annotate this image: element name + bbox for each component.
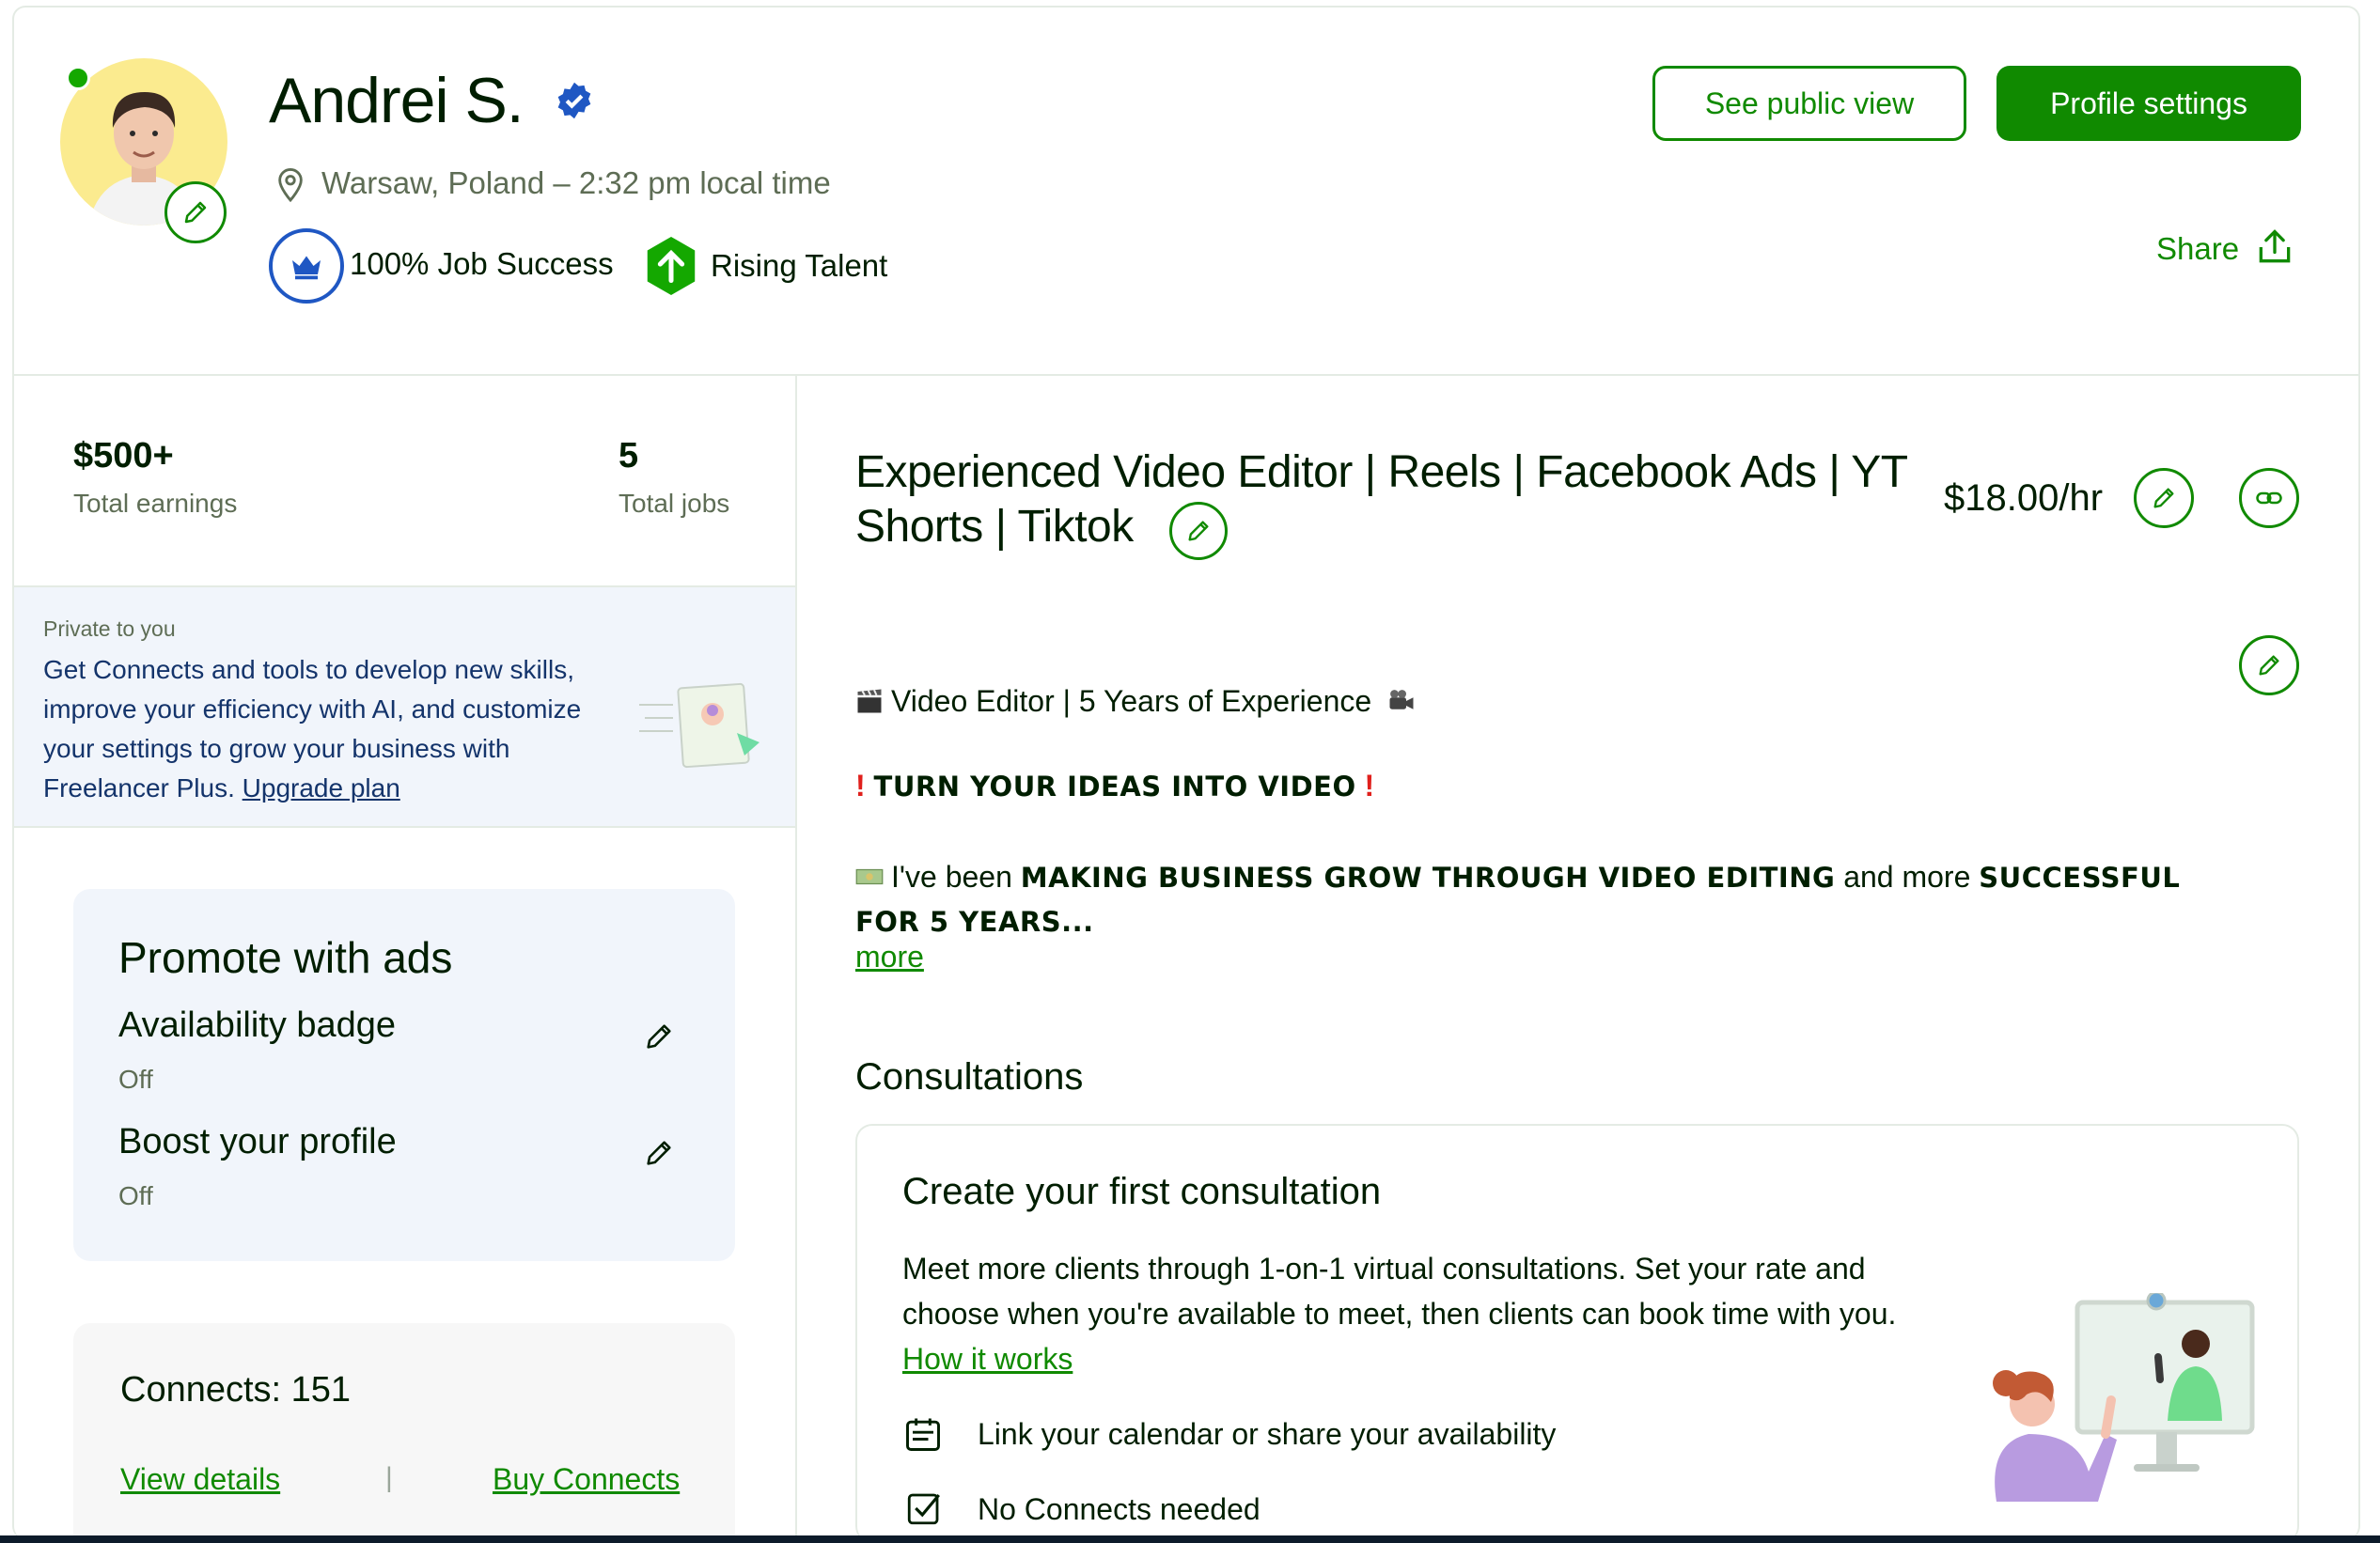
calendar-icon — [906, 1418, 940, 1451]
online-status-dot — [66, 66, 90, 90]
description-text-a: I've been — [891, 860, 1012, 894]
description-text-c: and more — [1843, 860, 1971, 894]
job-success-crown-icon — [269, 228, 344, 304]
consultation-illustration — [1993, 1293, 2255, 1502]
exclamation-icon: ! — [855, 769, 866, 803]
share-icon[interactable] — [2254, 226, 2295, 269]
promote-ads-title: Promote with ads — [118, 933, 453, 982]
feature-calendar-text: Link your calendar or share your availab… — [978, 1417, 1557, 1451]
promo-text: Get Connects and tools to develop new sk… — [43, 650, 626, 808]
profile-name: Andrei S. — [269, 65, 525, 136]
connects-card — [73, 1323, 735, 1535]
description-line-1: Video Editor | 5 Years of Experience — [855, 684, 1423, 719]
pencil-icon — [2259, 655, 2279, 676]
availability-badge-status: Off — [118, 1065, 153, 1094]
exclamation-icon: ! — [1364, 769, 1375, 803]
consultation-card-text: Meet more clients through 1-on-1 virtual… — [902, 1246, 1918, 1381]
bottom-edge-bar — [0, 1535, 2380, 1543]
total-jobs-label: Total jobs — [618, 489, 730, 518]
total-jobs-value: 5 — [618, 436, 639, 475]
pencil-icon — [1188, 521, 1209, 541]
job-success-text: 100% Job Success — [350, 246, 614, 281]
rising-talent-text: Rising Talent — [711, 248, 888, 283]
description-line-2-text: TURN YOUR IDEAS INTO VIDEO — [873, 771, 1356, 803]
clapperboard-icon — [857, 689, 882, 713]
description-line-3: I've been MAKING BUSINESS GROW THROUGH V… — [855, 855, 2228, 943]
total-earnings-label: Total earnings — [73, 489, 238, 518]
view-details-link[interactable]: View details — [120, 1462, 280, 1497]
promo-illustration — [639, 682, 759, 769]
money-icon — [855, 868, 884, 885]
rate-edit-button[interactable] — [2134, 468, 2194, 528]
see-public-view-button[interactable]: See public view — [1652, 66, 1966, 141]
more-link[interactable]: more — [855, 940, 924, 974]
boost-edit-pencil-icon[interactable] — [643, 1137, 675, 1169]
share-link[interactable]: Share — [2156, 231, 2239, 267]
copy-link-button[interactable] — [2239, 468, 2299, 528]
boost-profile-title: Boost your profile — [118, 1122, 397, 1161]
upgrade-plan-link[interactable]: Upgrade plan — [243, 773, 400, 803]
how-it-works-link[interactable]: How it works — [902, 1342, 1073, 1376]
location-pin-icon — [278, 168, 303, 203]
video-camera-icon — [1389, 690, 1414, 709]
description-edit-button[interactable] — [2239, 635, 2299, 695]
avatar-edit-button[interactable] — [164, 181, 227, 243]
location-text: Warsaw, Poland – 2:32 pm local time — [321, 165, 831, 200]
availability-badge-title: Availability badge — [118, 1005, 397, 1045]
availability-edit-pencil-icon[interactable] — [643, 1021, 675, 1052]
checkbox-icon — [907, 1493, 940, 1525]
description-text-b: MAKING BUSINESS GROW THROUGH VIDEO EDITI… — [1020, 862, 1836, 894]
buy-connects-link[interactable]: Buy Connects — [493, 1462, 680, 1497]
total-earnings-value: $500+ — [73, 436, 174, 475]
pencil-icon — [2153, 488, 2174, 508]
link-separator: | — [385, 1462, 393, 1493]
pencil-icon — [184, 201, 207, 224]
link-icon — [2256, 491, 2282, 505]
consultations-heading: Consultations — [855, 1056, 1084, 1098]
private-label: Private to you — [43, 616, 176, 641]
consultation-card-title: Create your first consultation — [902, 1171, 1382, 1212]
feature-no-connects-text: No Connects needed — [978, 1492, 1260, 1526]
consultation-body: Meet more clients through 1-on-1 virtual… — [902, 1252, 1897, 1331]
boost-profile-status: Off — [118, 1181, 153, 1210]
profile-title: Experienced Video Editor | Reels | Faceb… — [855, 447, 1907, 552]
column-divider — [795, 376, 797, 1535]
description-line-1-text: Video Editor | 5 Years of Experience — [891, 684, 1372, 718]
header-divider — [12, 374, 2360, 376]
hourly-rate: $18.00/hr — [1944, 477, 2104, 519]
rising-talent-icon — [647, 236, 696, 296]
title-edit-button[interactable] — [1169, 502, 1228, 560]
verified-icon — [557, 82, 591, 119]
description-line-2: ! TURN YOUR IDEAS INTO VIDEO ! — [855, 769, 1374, 803]
profile-settings-button[interactable]: Profile settings — [1996, 66, 2301, 141]
connects-count: Connects: 151 — [120, 1370, 352, 1410]
